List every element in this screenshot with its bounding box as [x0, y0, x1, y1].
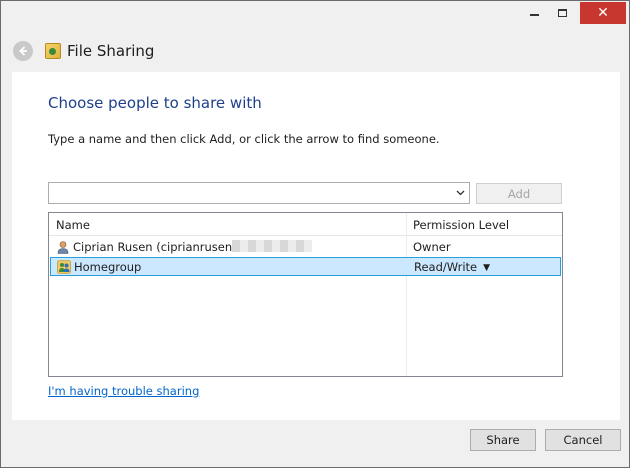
group-name: Homegroup	[74, 260, 142, 274]
cancel-button[interactable]: Cancel	[545, 429, 621, 451]
dialog-header: File Sharing	[13, 39, 154, 63]
window-title: File Sharing	[67, 42, 155, 60]
chevron-down-icon	[456, 190, 464, 196]
share-button[interactable]: Share	[470, 429, 536, 451]
permission-dropdown[interactable]: Read/Write ▼	[414, 260, 490, 274]
content-panel: Choose people to share with Type a name …	[12, 72, 620, 420]
combo-dropdown-button[interactable]	[453, 185, 467, 201]
caret-down-icon: ▼	[483, 263, 491, 273]
back-arrow-icon	[19, 46, 27, 56]
instructions-text: Type a name and then click Add, or click…	[48, 132, 440, 146]
trouble-sharing-link[interactable]: I'm having trouble sharing	[48, 384, 199, 398]
person-name: Ciprian Rusen (ciprianrusen	[73, 240, 313, 254]
maximize-button[interactable]	[548, 2, 576, 24]
title-bar[interactable]: ✕	[2, 2, 628, 32]
back-button[interactable]	[13, 41, 33, 61]
file-sharing-window: ✕ File Sharing Choose people to share wi…	[0, 0, 630, 468]
close-button[interactable]: ✕	[580, 2, 626, 24]
user-icon	[57, 241, 69, 254]
list-item[interactable]: Ciprian Rusen (ciprianrusen Owner	[49, 237, 562, 257]
homegroup-icon	[57, 260, 71, 274]
redacted-email	[232, 240, 313, 252]
minimize-icon	[529, 14, 539, 16]
list-item-selected[interactable]: Homegroup Read/Write ▼	[50, 257, 561, 276]
close-icon: ✕	[597, 5, 609, 21]
list-header: Name Permission Level	[49, 213, 562, 236]
add-button[interactable]: Add	[476, 183, 562, 204]
name-combobox[interactable]	[48, 182, 470, 204]
file-sharing-icon	[45, 43, 61, 59]
minimize-button[interactable]	[520, 2, 548, 24]
maximize-icon	[557, 9, 567, 17]
page-heading: Choose people to share with	[48, 94, 262, 112]
people-list[interactable]: Name Permission Level Ciprian Rusen (cip…	[48, 212, 563, 377]
column-header-permission[interactable]: Permission Level	[413, 218, 509, 232]
column-header-name[interactable]: Name	[56, 218, 90, 232]
permission-level: Owner	[413, 240, 451, 254]
